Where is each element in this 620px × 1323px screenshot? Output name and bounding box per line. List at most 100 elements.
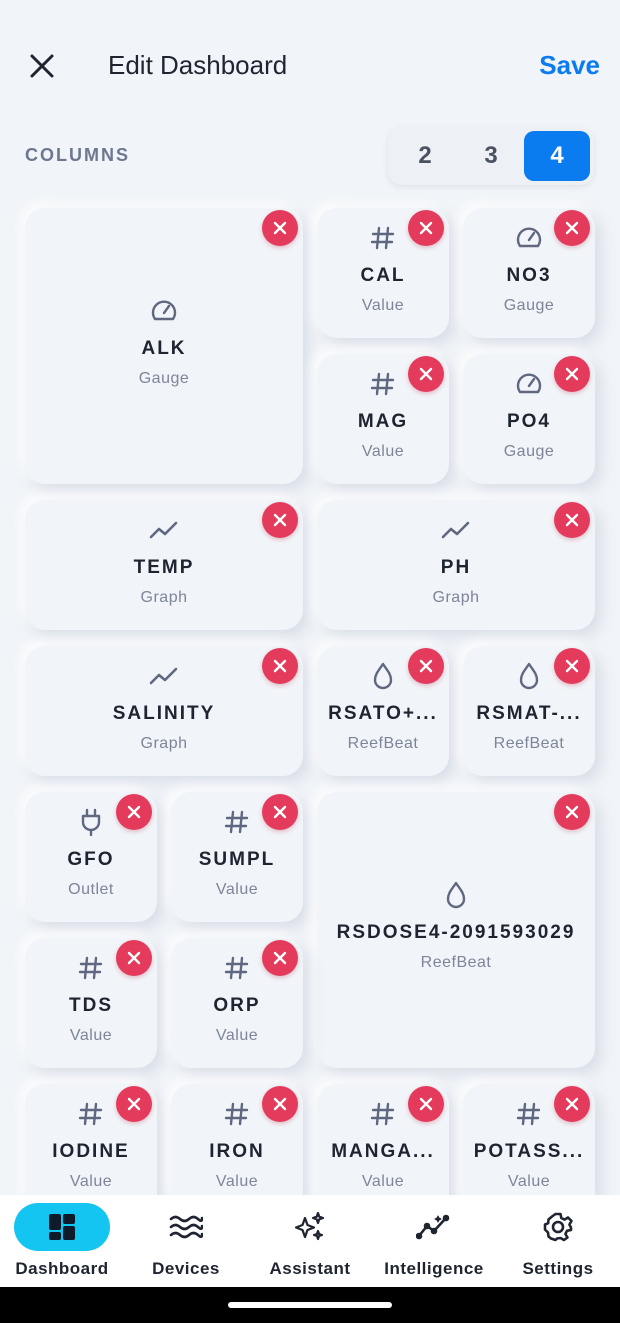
widget-type: Value — [215, 1027, 259, 1044]
close-icon — [565, 805, 579, 819]
widget-type: ReefBeat — [493, 735, 565, 752]
remove-widget-button[interactable] — [116, 940, 152, 976]
remove-widget-button[interactable] — [554, 1086, 590, 1122]
close-icon — [273, 951, 287, 965]
widget-type: Value — [69, 1027, 113, 1044]
widget-name: RSMAT-... — [476, 703, 582, 724]
graph-icon — [147, 659, 181, 693]
remove-widget-button[interactable] — [408, 356, 444, 392]
close-icon — [419, 1097, 433, 1111]
widget-name: ORP — [213, 995, 261, 1016]
close-icon — [273, 1097, 287, 1111]
widget-name: GFO — [67, 849, 115, 870]
widget-name: SUMPL — [198, 849, 276, 870]
graph-icon — [439, 513, 473, 547]
gauge-icon — [512, 367, 546, 401]
widget-name: IODINE — [52, 1141, 130, 1162]
close-icon — [565, 367, 579, 381]
graph-icon — [147, 513, 181, 547]
widget-card-rsdose4-2091593029[interactable]: RSDOSE4-2091593029 ReefBeat — [317, 792, 595, 1068]
insights-icon — [386, 1203, 482, 1251]
remove-widget-button[interactable] — [262, 794, 298, 830]
remove-widget-button[interactable] — [408, 1086, 444, 1122]
plug-icon — [74, 805, 108, 839]
widget-content: TEMP Graph — [25, 513, 303, 607]
tab-label: Devices — [152, 1259, 220, 1278]
hash-icon — [220, 1097, 254, 1131]
close-icon — [419, 659, 433, 673]
close-icon — [127, 1097, 141, 1111]
remove-widget-button[interactable] — [262, 1086, 298, 1122]
remove-widget-button[interactable] — [262, 648, 298, 684]
close-icon — [273, 221, 287, 235]
widget-name: RSDOSE4-2091593029 — [336, 922, 576, 943]
hash-icon — [220, 805, 254, 839]
widget-type: Graph — [140, 735, 188, 752]
tab-label: Settings — [522, 1259, 594, 1278]
widget-type: Gauge — [503, 297, 555, 314]
remove-widget-button[interactable] — [554, 502, 590, 538]
hash-icon — [74, 951, 108, 985]
widget-name: TDS — [69, 995, 113, 1016]
widget-name: CAL — [360, 265, 406, 286]
remove-widget-button[interactable] — [116, 1086, 152, 1122]
sparkles-icon — [262, 1203, 358, 1251]
gear-icon — [510, 1203, 606, 1251]
close-icon — [565, 221, 579, 235]
widget-name: MAG — [357, 411, 409, 432]
close-icon — [565, 659, 579, 673]
hash-icon — [220, 951, 254, 985]
tab-dashboard[interactable]: Dashboard — [0, 1195, 124, 1287]
widget-type: Gauge — [138, 370, 190, 387]
bottom-tab-bar: Dashboard Devices Assistant Intelligence Set… — [0, 1195, 620, 1287]
hash-icon — [366, 1097, 400, 1131]
remove-widget-button[interactable] — [408, 210, 444, 246]
close-icon — [127, 951, 141, 965]
tab-settings[interactable]: Settings — [496, 1195, 620, 1287]
hash-icon — [366, 221, 400, 255]
tab-devices[interactable]: Devices — [124, 1195, 248, 1287]
close-icon — [273, 659, 287, 673]
widget-name: IRON — [209, 1141, 265, 1162]
close-icon — [127, 805, 141, 819]
widget-type: Value — [507, 1173, 551, 1190]
close-icon — [273, 805, 287, 819]
remove-widget-button[interactable] — [262, 940, 298, 976]
close-icon — [565, 513, 579, 527]
hash-icon — [366, 367, 400, 401]
widget-content: PH Graph — [317, 513, 595, 607]
widget-name: PO4 — [506, 411, 552, 432]
widget-name: SALINITY — [112, 703, 216, 724]
widget-type: Value — [69, 1173, 113, 1190]
tab-label: Intelligence — [384, 1259, 484, 1278]
widget-card-alk[interactable]: ALK Gauge — [25, 208, 303, 484]
close-icon — [419, 221, 433, 235]
widget-type: Gauge — [503, 443, 555, 460]
close-icon — [565, 1097, 579, 1111]
widget-name: POTASS... — [473, 1141, 585, 1162]
home-indicator[interactable] — [228, 1302, 392, 1308]
widget-type: Value — [361, 443, 405, 460]
remove-widget-button[interactable] — [554, 648, 590, 684]
widget-type: ReefBeat — [347, 735, 419, 752]
remove-widget-button[interactable] — [116, 794, 152, 830]
waves-icon — [138, 1203, 234, 1251]
tab-assistant[interactable]: Assistant — [248, 1195, 372, 1287]
remove-widget-button[interactable] — [262, 210, 298, 246]
widget-name: NO3 — [506, 265, 552, 286]
widget-name: PH — [440, 557, 472, 578]
widget-name: TEMP — [133, 557, 195, 578]
remove-widget-button[interactable] — [262, 502, 298, 538]
widget-type: ReefBeat — [420, 954, 492, 971]
remove-widget-button[interactable] — [554, 794, 590, 830]
widget-type: Graph — [432, 589, 480, 606]
remove-widget-button[interactable] — [554, 210, 590, 246]
tab-intelligence[interactable]: Intelligence — [372, 1195, 496, 1287]
gauge-icon — [147, 294, 181, 328]
widget-name: RSATO+... — [328, 703, 438, 724]
close-icon — [273, 513, 287, 527]
widget-type: Value — [361, 1173, 405, 1190]
remove-widget-button[interactable] — [408, 648, 444, 684]
widget-content: SALINITY Graph — [25, 659, 303, 753]
remove-widget-button[interactable] — [554, 356, 590, 392]
